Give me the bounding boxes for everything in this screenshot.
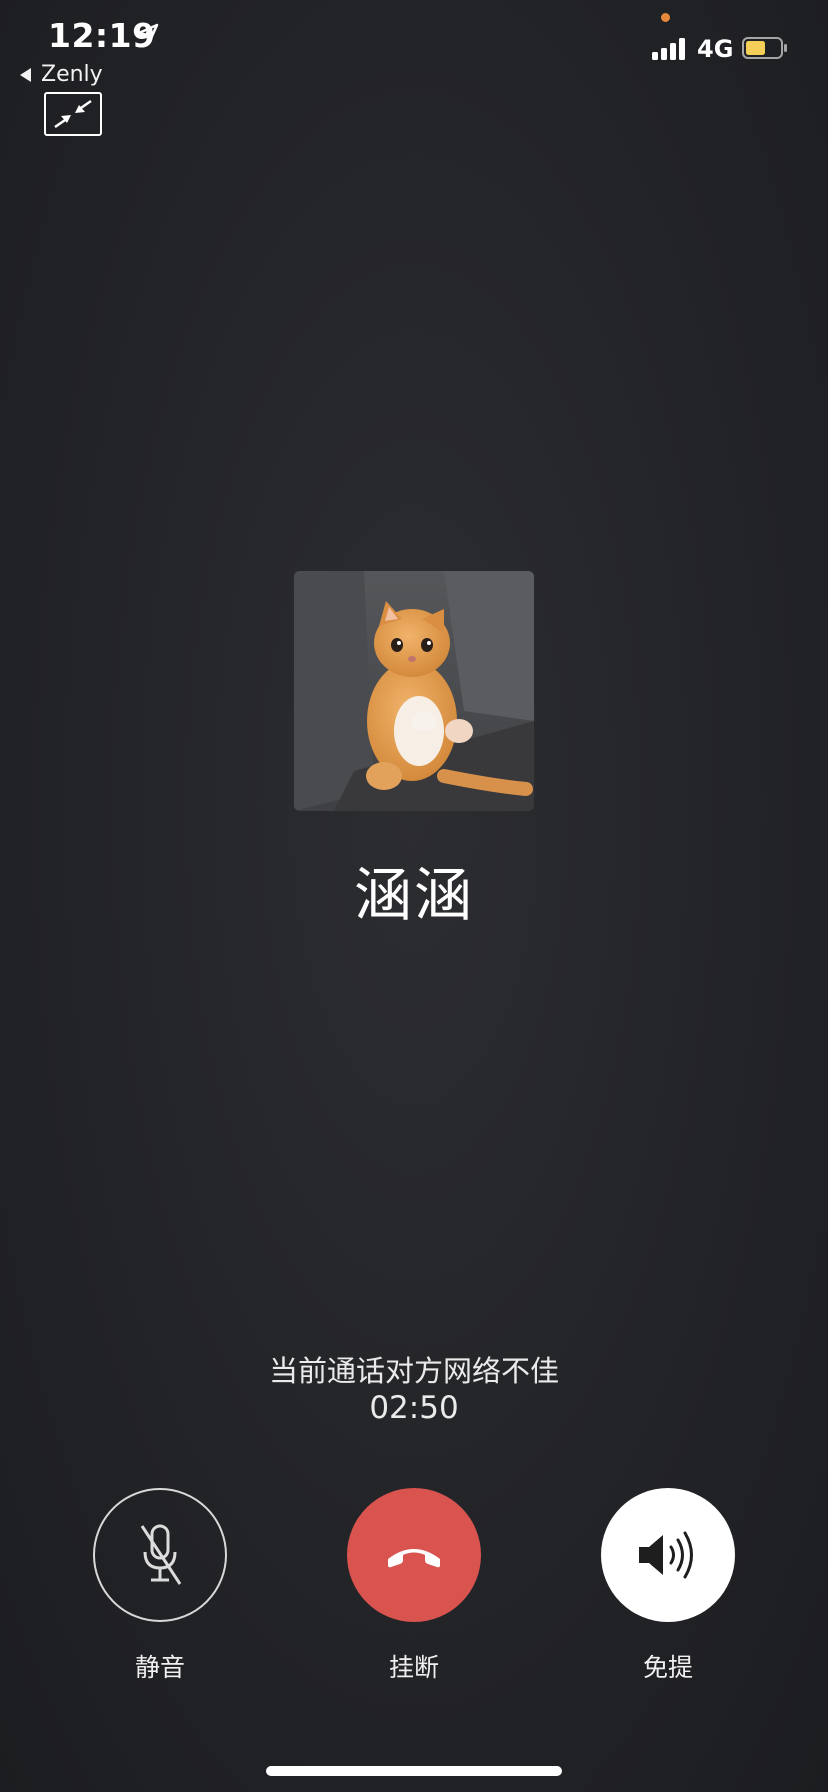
back-triangle-icon bbox=[20, 67, 31, 82]
back-to-app-link[interactable]: Zenly bbox=[20, 62, 103, 87]
mute-control: 静音 bbox=[93, 1488, 227, 1684]
hangup-button[interactable] bbox=[347, 1488, 481, 1622]
speaker-control: 免提 bbox=[601, 1488, 735, 1684]
battery-icon bbox=[742, 37, 787, 59]
speaker-button[interactable] bbox=[601, 1488, 735, 1622]
call-status-text: 当前通话对方网络不佳 bbox=[268, 1354, 559, 1388]
phone-hangup-icon bbox=[388, 1549, 440, 1568]
mute-label: 静音 bbox=[134, 1653, 185, 1682]
hangup-label: 挂断 bbox=[388, 1653, 439, 1682]
network-type: 4G bbox=[697, 35, 734, 63]
minimize-arrows-icon bbox=[54, 99, 92, 129]
cellular-signal-icon bbox=[652, 36, 685, 60]
home-indicator[interactable] bbox=[266, 1766, 562, 1776]
mute-button[interactable] bbox=[93, 1488, 227, 1622]
contact-avatar bbox=[294, 571, 534, 811]
microphone-muted-icon bbox=[140, 1524, 182, 1585]
speaker-label: 免提 bbox=[642, 1653, 693, 1682]
status-bar: 12:19 Zenly 4G bbox=[0, 0, 828, 90]
contact-name: 涵涵 bbox=[353, 861, 474, 929]
location-arrow-icon bbox=[137, 23, 159, 45]
minimize-call-button[interactable] bbox=[44, 92, 102, 136]
call-duration: 02:50 bbox=[369, 1390, 459, 1426]
microphone-in-use-indicator bbox=[661, 13, 670, 22]
speaker-icon bbox=[639, 1531, 693, 1579]
back-app-label: Zenly bbox=[41, 62, 103, 87]
kitten-avatar-image bbox=[294, 571, 534, 811]
hangup-control: 挂断 bbox=[347, 1488, 481, 1684]
